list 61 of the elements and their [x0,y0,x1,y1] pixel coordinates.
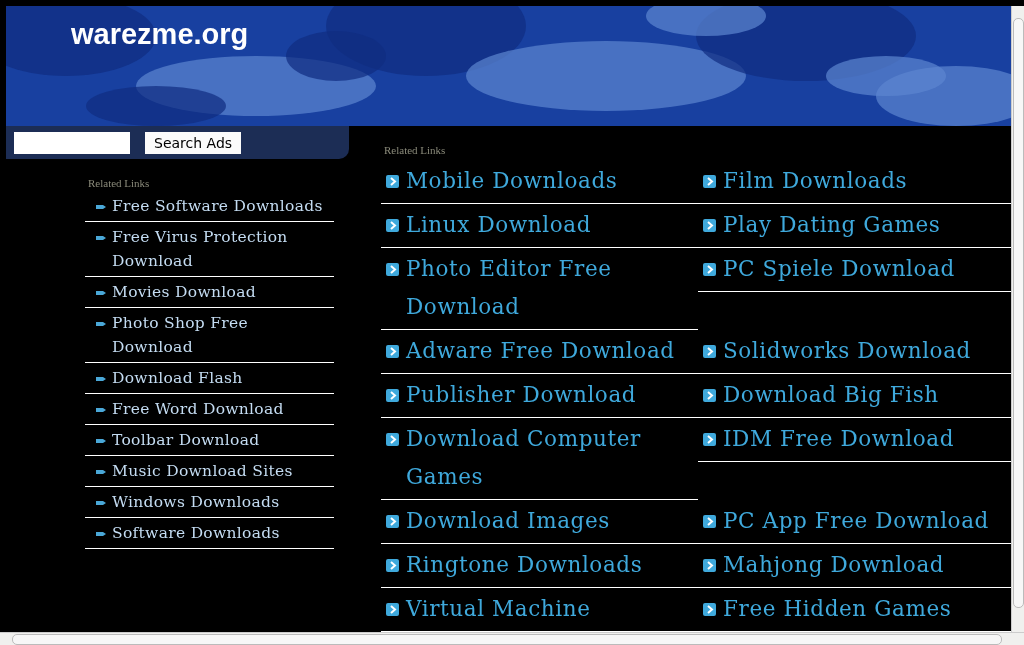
pointer-icon [95,499,107,507]
sidebar-link[interactable]: Download Flash [112,366,243,390]
download-link[interactable]: Photo Editor Free Download [406,250,698,326]
download-link[interactable]: Linux Download [406,206,592,244]
sidebar-link[interactable]: Free Word Download [112,397,284,421]
chevron-icon [703,559,716,572]
pointer-icon [95,375,107,383]
search-field[interactable] [14,131,130,154]
chevron-icon [386,345,399,358]
download-link[interactable]: Download Big Fish [723,376,939,414]
sidebar-link[interactable]: Software Downloads [112,521,280,545]
download-link[interactable]: Adware Free Download [406,332,675,370]
chevron-icon [386,433,399,446]
download-link[interactable]: Solidworks Download [723,332,971,370]
chevron-icon [703,263,716,276]
chevron-icon [386,515,399,528]
search-button[interactable]: Search Ads [145,131,242,154]
chevron-icon [703,603,716,616]
related-links-heading: Related Links [384,144,447,156]
download-link[interactable]: PC App Free Download [723,502,989,540]
pointer-icon [95,234,107,242]
pointer-icon [95,437,107,445]
download-link[interactable]: Free Hidden Games [723,590,952,628]
sidebar-link[interactable]: Free Virus Protection Download [112,225,334,273]
download-link[interactable]: Mahjong Download [723,546,945,584]
chevron-icon [386,175,399,188]
chevron-icon [703,515,716,528]
pointer-icon [95,406,107,414]
download-link[interactable]: IDM Free Download [723,420,955,458]
chevron-icon [386,603,399,616]
chevron-icon [703,433,716,446]
sidebar-link[interactable]: Photo Shop Free Download [112,311,334,359]
chevron-icon [703,219,716,232]
download-link[interactable]: Virtual Machine [406,590,591,628]
chevron-icon [703,389,716,402]
sidebar-link[interactable]: Toolbar Download [112,428,260,452]
chevron-icon [703,175,716,188]
pointer-icon [95,289,107,297]
download-link[interactable]: Download Computer Games [406,420,698,496]
download-link[interactable]: Mobile Downloads [406,162,618,200]
chevron-icon [703,345,716,358]
download-link[interactable]: Publisher Download [406,376,637,414]
pointer-icon [95,203,107,211]
chevron-icon [386,263,399,276]
chevron-icon [386,219,399,232]
download-link[interactable]: Download Images [406,502,610,540]
sidebar-link[interactable]: Music Download Sites [112,459,293,483]
sidebar-link[interactable]: Free Software Downloads [112,194,323,218]
pointer-icon [95,320,107,328]
sidebar-link[interactable]: Windows Downloads [112,490,280,514]
download-link[interactable]: Ringtone Downloads [406,546,643,584]
download-link[interactable]: Film Downloads [723,162,908,200]
sidebar-link[interactable]: Movies Download [112,280,256,304]
chevron-icon [386,559,399,572]
pointer-icon [95,468,107,476]
download-link[interactable]: Play Dating Games [723,206,941,244]
chevron-icon [386,389,399,402]
related-links-heading: Related Links [88,177,151,189]
download-link[interactable]: PC Spiele Download [723,250,955,288]
site-title[interactable]: warezme.org [71,18,249,51]
pointer-icon [95,530,107,538]
